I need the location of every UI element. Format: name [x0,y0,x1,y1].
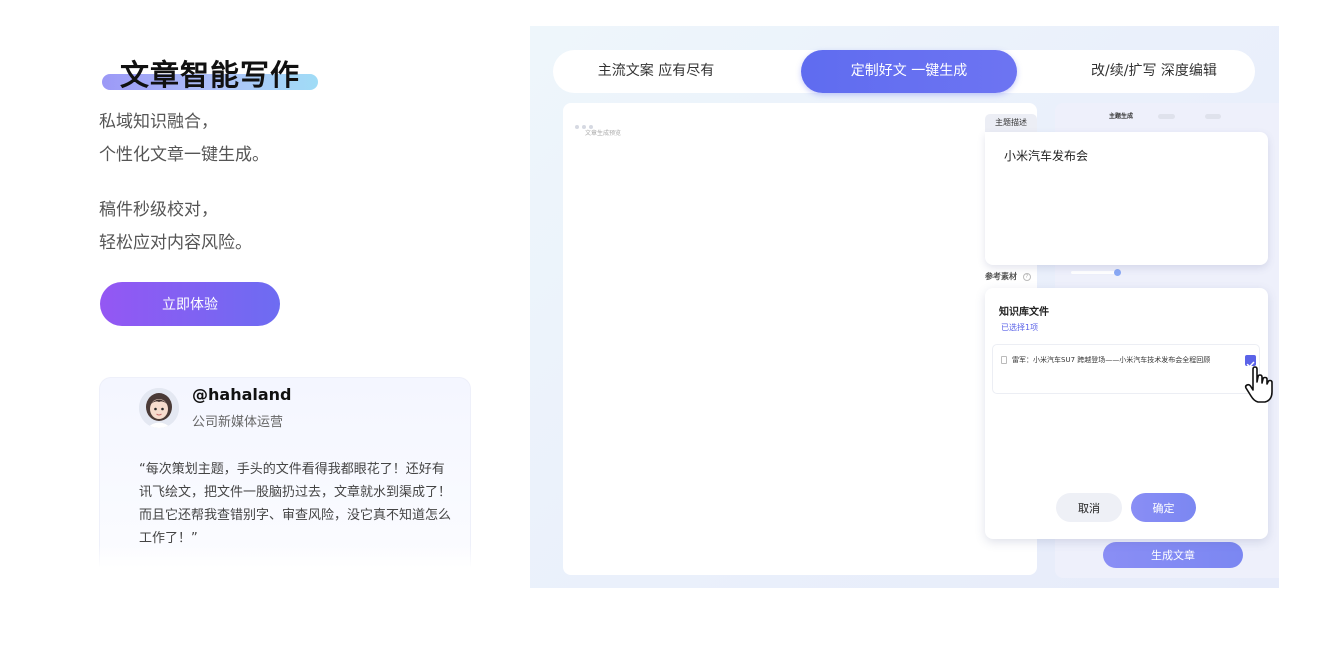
file-icon [1001,356,1007,364]
tab-deep-edit[interactable]: 改/续/扩写 深度编辑 [1053,50,1255,93]
hand-cursor-icon [1244,366,1273,403]
file-checkbox[interactable] [1245,355,1256,368]
topic-description-tab: 主题描述 [985,114,1037,132]
try-now-button[interactable]: 立即体验 [100,282,280,326]
knowledge-base-title: 知识库文件 [999,307,1049,318]
feature-tabs: 主流文案 应有尽有 定制好文 一键生成 改/续/扩写 深度编辑 [553,50,1255,93]
hero-title: 文章智能写作 [120,58,301,92]
hero-paragraph-1: 私域知识融合， 个性化文章一键生成。 [99,106,269,172]
avatar [139,388,179,428]
tab-custom-article[interactable]: 定制好文 一键生成 [801,50,1017,93]
length-slider-handle[interactable] [1114,269,1121,276]
tab-mainstream-copy[interactable]: 主流文案 应有尽有 [553,50,759,93]
hero-paragraph-1-line-1: 私域知识融合， [99,112,218,132]
product-preview-panel: 主流文案 应有尽有 定制好文 一键生成 改/续/扩写 深度编辑 文章生成预览 主… [530,26,1279,588]
generate-article-button[interactable]: 生成文章 [1103,542,1243,568]
topic-description-card[interactable]: 小米汽车发布会 [985,132,1268,265]
cancel-button[interactable]: 取消 [1056,493,1122,522]
side-tab-placeholder[interactable] [1205,114,1221,119]
side-tab-placeholder[interactable] [1158,114,1175,119]
side-tab-topic[interactable]: 主题生成 [1109,111,1133,120]
hero-paragraph-2-line-2: 轻松应对内容风险。 [99,233,252,253]
testimonial-fade [88,545,508,571]
selected-count: 已选择1项 [1001,323,1039,332]
help-icon[interactable]: ? [1022,272,1031,281]
testimonial-card: @hahaland 公司新媒体运营 “每次策划主题，手头的文件看得我都眼花了！还… [99,377,471,567]
confirm-button[interactable]: 确定 [1131,493,1196,522]
page-root: 文章智能写作 私域知识融合， 个性化文章一键生成。 稿件秒级校对， 轻松应对内容… [0,0,1335,649]
topic-input-value[interactable]: 小米汽车发布会 [1004,147,1088,164]
hero-paragraph-2-line-1: 稿件秒级校对， [99,200,218,220]
file-item-name[interactable]: 雷军：小米汽车SU7 跨越登场——小米汽车技术发布会全程回顾 [1012,355,1210,365]
file-list: 雷军：小米汽车SU7 跨越登场——小米汽车技术发布会全程回顾 [992,344,1273,403]
length-slider-track[interactable] [1071,271,1119,274]
testimonial-role: 公司新媒体运营 [192,415,284,430]
hero-title-block: 文章智能写作 [100,52,320,94]
hero-paragraph-1-line-2: 个性化文章一键生成。 [99,145,269,165]
testimonial-quote: “每次策划主题，手头的文件看得我都眼花了！还好有讯飞绘文，把文件一股脑扔过去，文… [139,462,452,546]
knowledge-base-dialog: 知识库文件 已选择1项 雷军：小米汽车SU7 跨越登场——小米汽车技术发布会全程… [985,288,1273,539]
document-preview: 文章生成预览 [563,103,1037,575]
reference-material-text: 参考素材 [985,272,1017,281]
hero-paragraph-2: 稿件秒级校对， 轻松应对内容风险。 [99,194,252,260]
testimonial-handle: @hahaland [192,385,292,404]
document-preview-label: 文章生成预览 [585,130,622,137]
reference-material-label: 参考素材 ? [985,271,1031,282]
avatar-illustration-icon [139,388,179,428]
